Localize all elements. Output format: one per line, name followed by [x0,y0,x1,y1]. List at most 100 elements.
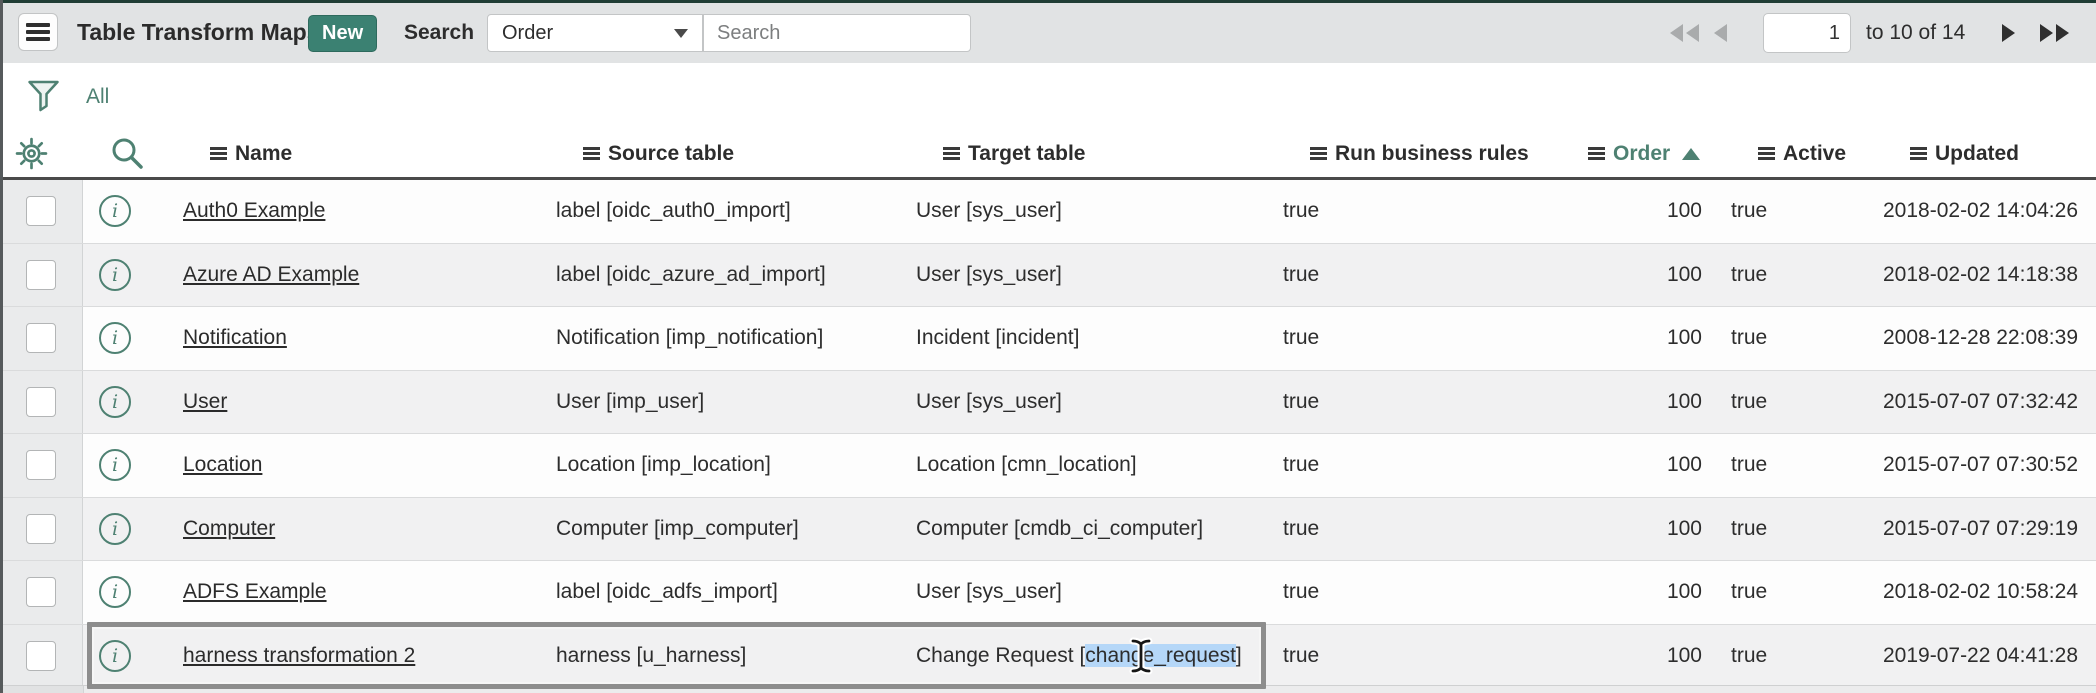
order-cell[interactable]: 100 [1556,453,1712,477]
info-icon[interactable]: i [99,576,131,608]
target-table-cell[interactable]: User [sys_user] [912,263,1278,287]
column-options-icon[interactable] [1910,147,1927,160]
target-table-cell[interactable]: User [sys_user] [912,199,1278,223]
run-business-rules-cell[interactable]: true [1278,580,1556,604]
run-business-rules-cell[interactable]: true [1278,644,1556,668]
pagination-next-button[interactable] [2000,3,2017,63]
order-cell[interactable]: 100 [1556,390,1712,414]
table-row[interactable]: i Location Location [imp_location] Locat… [0,434,2096,498]
column-header-active[interactable]: Active [1739,142,1905,166]
target-table-cell[interactable]: Location [cmn_location] [912,453,1278,477]
target-table-cell[interactable]: Change Request [change_request] [912,644,1278,668]
row-checkbox[interactable] [26,514,56,544]
table-row[interactable]: i Notification Notification [imp_notific… [0,307,2096,371]
search-column-dropdown[interactable]: Order [487,14,703,52]
source-table-cell[interactable]: label [oidc_adfs_import] [552,580,912,604]
show-filter-button[interactable] [27,79,60,114]
info-icon[interactable]: i [99,322,131,354]
active-cell[interactable]: true [1712,453,1878,477]
run-business-rules-cell[interactable]: true [1278,263,1556,287]
row-checkbox[interactable] [26,577,56,607]
order-cell[interactable]: 100 [1556,326,1712,350]
active-cell[interactable]: true [1712,263,1878,287]
source-table-cell[interactable]: Computer [imp_computer] [552,517,912,541]
row-checkbox[interactable] [26,196,56,226]
column-options-icon[interactable] [1310,147,1327,160]
updated-cell[interactable]: 2018-02-02 10:58:24 [1878,580,2096,604]
source-table-cell[interactable]: Location [imp_location] [552,453,912,477]
active-cell[interactable]: true [1712,199,1878,223]
table-row[interactable]: i Computer Computer [imp_computer] Compu… [0,498,2096,562]
order-cell[interactable]: 100 [1556,644,1712,668]
pagination-last-button[interactable] [2038,3,2071,63]
source-table-cell[interactable]: User [imp_user] [552,390,912,414]
active-cell[interactable]: true [1712,326,1878,350]
active-cell[interactable]: true [1712,580,1878,604]
table-row[interactable]: i User User [imp_user] User [sys_user] t… [0,371,2096,435]
record-link[interactable]: harness transformation 2 [183,644,415,667]
search-input[interactable] [703,14,971,52]
updated-cell[interactable]: 2008-12-28 22:08:39 [1878,326,2096,350]
source-table-cell[interactable]: label [oidc_azure_ad_import] [552,263,912,287]
order-cell[interactable]: 100 [1556,580,1712,604]
updated-cell[interactable]: 2015-07-07 07:32:42 [1878,390,2096,414]
active-cell[interactable]: true [1712,644,1878,668]
column-header-target[interactable]: Target table [939,142,1305,166]
source-table-cell[interactable]: Notification [imp_notification] [552,326,912,350]
gear-icon[interactable] [15,137,48,170]
table-row[interactable]: i Azure AD Example label [oidc_azure_ad_… [0,244,2096,308]
target-table-cell[interactable]: Computer [cmdb_ci_computer] [912,517,1278,541]
row-checkbox[interactable] [26,260,56,290]
source-table-cell[interactable]: harness [u_harness] [552,644,912,668]
column-options-icon[interactable] [943,147,960,160]
column-header-order[interactable]: Order [1583,142,1739,166]
column-header-run[interactable]: Run business rules [1305,142,1583,166]
column-options-icon[interactable] [1588,147,1605,160]
order-cell[interactable]: 100 [1556,199,1712,223]
updated-cell[interactable]: 2018-02-02 14:18:38 [1878,263,2096,287]
row-checkbox[interactable] [26,323,56,353]
column-header-source[interactable]: Source table [579,142,939,166]
new-button[interactable]: New [308,15,377,52]
updated-cell[interactable]: 2015-07-07 07:30:52 [1878,453,2096,477]
run-business-rules-cell[interactable]: true [1278,390,1556,414]
updated-cell[interactable]: 2015-07-07 07:29:19 [1878,517,2096,541]
row-checkbox[interactable] [26,387,56,417]
column-header-updated[interactable]: Updated [1905,142,2096,166]
record-link[interactable]: Azure AD Example [183,263,359,286]
row-checkbox[interactable] [26,641,56,671]
record-link[interactable]: User [183,390,227,413]
order-cell[interactable]: 100 [1556,263,1712,287]
column-options-icon[interactable] [210,147,227,160]
info-icon[interactable]: i [99,640,131,672]
column-header-name[interactable]: Name [205,142,579,166]
record-link[interactable]: Location [183,453,262,476]
record-link[interactable]: Notification [183,326,287,349]
table-row[interactable]: i harness transformation 2 harness [u_ha… [0,625,2096,689]
search-icon[interactable] [110,136,145,171]
pagination-previous-button[interactable] [1712,3,1729,63]
record-link[interactable]: ADFS Example [183,580,327,603]
info-icon[interactable]: i [99,513,131,545]
info-icon[interactable]: i [99,386,131,418]
table-row[interactable]: i Auth0 Example label [oidc_auth0_import… [0,180,2096,244]
target-table-cell[interactable]: Incident [incident] [912,326,1278,350]
active-cell[interactable]: true [1712,390,1878,414]
source-table-cell[interactable]: label [oidc_auth0_import] [552,199,912,223]
run-business-rules-cell[interactable]: true [1278,453,1556,477]
target-table-cell[interactable]: User [sys_user] [912,580,1278,604]
updated-cell[interactable]: 2018-02-02 14:04:26 [1878,199,2096,223]
record-link[interactable]: Auth0 Example [183,199,325,222]
info-icon[interactable]: i [99,195,131,227]
pagination-row-input[interactable] [1763,13,1851,53]
run-business-rules-cell[interactable]: true [1278,199,1556,223]
info-icon[interactable]: i [99,259,131,291]
list-context-menu-button[interactable] [18,13,58,51]
active-cell[interactable]: true [1712,517,1878,541]
target-table-cell[interactable]: User [sys_user] [912,390,1278,414]
run-business-rules-cell[interactable]: true [1278,517,1556,541]
column-options-icon[interactable] [583,147,600,160]
order-cell[interactable]: 100 [1556,517,1712,541]
pagination-first-button[interactable] [1668,3,1701,63]
breadcrumb-all-link[interactable]: All [86,85,109,109]
